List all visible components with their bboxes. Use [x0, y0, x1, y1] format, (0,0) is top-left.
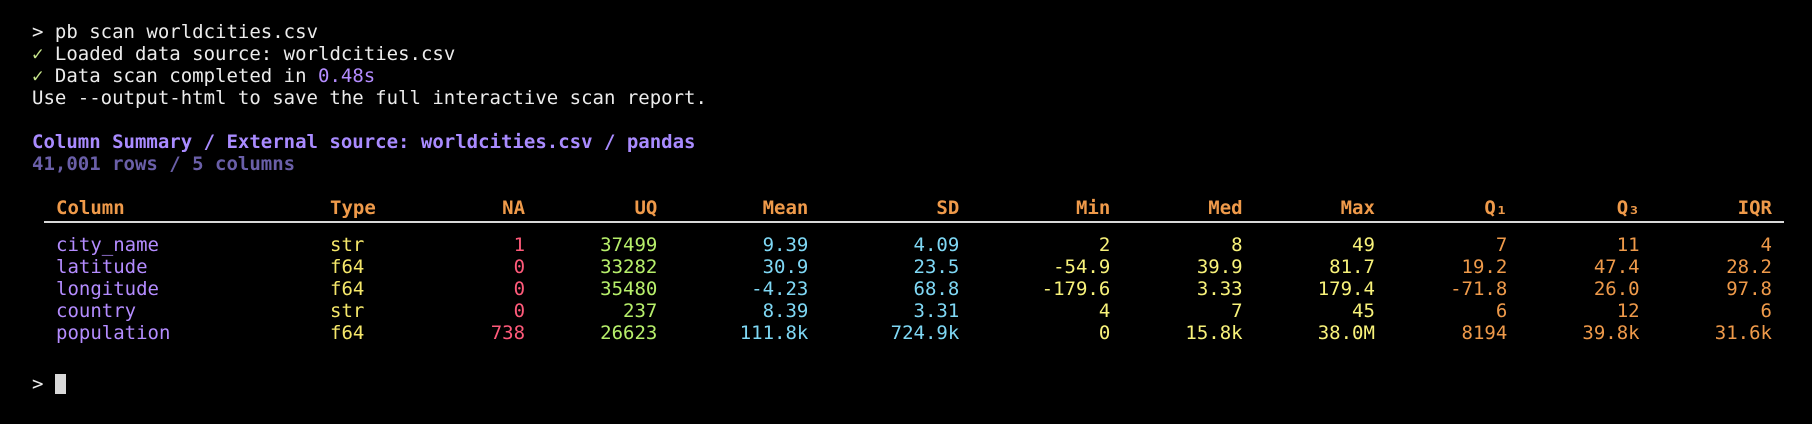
- scan-time: 0.48s: [318, 65, 376, 87]
- cell-mean: 8.39: [762, 300, 809, 322]
- cell-uq: 37499: [600, 234, 658, 256]
- cell-mean: 30.9: [762, 256, 809, 278]
- cell-column: latitude: [56, 256, 148, 278]
- cell-min: -54.9: [1053, 256, 1111, 278]
- header-max: Max: [1254, 195, 1387, 223]
- cell-max: 45: [1352, 300, 1375, 322]
- cell-sd: 4.09: [913, 234, 960, 256]
- cell-q3: 11: [1616, 234, 1640, 256]
- loaded-text: Loaded data source: worldcities.csv: [54, 43, 456, 65]
- cell-column: longitude: [56, 278, 159, 300]
- cell-type: f64: [330, 322, 365, 344]
- terminal-output: > pb scan worldcities.csv ✓ Loaded data …: [32, 21, 1792, 175]
- cell-na: 0: [513, 256, 526, 278]
- header-uq: UQ: [537, 195, 670, 223]
- column-summary-table: Column Type NA UQ Mean SD Min Med Max Q₁…: [44, 195, 1784, 344]
- cell-type: str: [330, 300, 365, 322]
- cell-min: 2: [1098, 234, 1111, 256]
- table-row: city_name str 1 37499 9.39 4.09 2 8 49 7…: [44, 234, 1784, 256]
- header-q1: Q₁: [1386, 195, 1520, 223]
- cell-uq: 237: [623, 300, 658, 322]
- header-q3: Q₃: [1519, 195, 1652, 223]
- cell-med: 7: [1231, 300, 1243, 322]
- cell-type: f64: [330, 278, 365, 300]
- cell-max: 179.4: [1317, 278, 1375, 300]
- cell-iqr: 31.6k: [1714, 322, 1772, 344]
- cell-q1: 19.2: [1461, 256, 1508, 278]
- prompt-symbol: >: [32, 21, 44, 43]
- cell-type: f64: [330, 256, 365, 278]
- cell-mean: 111.8k: [739, 322, 809, 344]
- cell-mean: -4.23: [751, 278, 809, 300]
- report-title: Column Summary / External source: worldc…: [32, 131, 696, 153]
- cursor-icon[interactable]: [54, 374, 66, 394]
- loaded-status-line: ✓ Loaded data source: worldcities.csv: [32, 43, 1792, 65]
- cell-q3: 47.4: [1593, 256, 1640, 278]
- cell-na: 0: [513, 300, 526, 322]
- cell-max: 81.7: [1329, 256, 1375, 278]
- cell-sd: 3.31: [913, 300, 960, 322]
- cell-q1: 8194: [1461, 322, 1508, 344]
- cell-column: population: [56, 322, 171, 344]
- cell-mean: 9.39: [762, 234, 809, 256]
- cell-max: 49: [1352, 234, 1375, 256]
- scan-status-line: ✓ Data scan completed in 0.48s: [32, 65, 1792, 87]
- cell-med: 3.33: [1196, 278, 1243, 300]
- header-min: Min: [971, 195, 1123, 223]
- scan-text: Data scan completed in: [54, 65, 319, 87]
- cell-med: 8: [1231, 234, 1243, 256]
- cell-na: 738: [490, 322, 526, 344]
- header-sd: SD: [820, 195, 972, 223]
- cell-q1: 6: [1495, 300, 1508, 322]
- cell-q3: 39.8k: [1582, 322, 1640, 344]
- cell-med: 15.8k: [1185, 322, 1243, 344]
- cell-uq: 26623: [600, 322, 658, 344]
- cell-min: 4: [1098, 300, 1111, 322]
- header-mean: Mean: [669, 195, 821, 223]
- command-text: pb scan worldcities.csv: [54, 21, 319, 43]
- cell-type: str: [330, 234, 365, 256]
- table-row: population f64 738 26623 111.8k 724.9k 0…: [44, 322, 1784, 344]
- table-row: country str 0 237 8.39 3.31 4 7 45 6 12 …: [44, 300, 1784, 322]
- report-subtitle: 41,001 rows / 5 columns: [32, 153, 296, 175]
- table-spacer: [44, 222, 1784, 234]
- cell-iqr: 6: [1760, 300, 1772, 322]
- table-header-row: Column Type NA UQ Mean SD Min Med Max Q₁…: [44, 195, 1784, 223]
- table-row: latitude f64 0 33282 30.9 23.5 -54.9 39.…: [44, 256, 1784, 278]
- prompt-symbol: >: [32, 373, 44, 395]
- header-type: Type: [318, 195, 442, 223]
- cell-min: 0: [1098, 322, 1111, 344]
- cell-uq: 33282: [600, 256, 658, 278]
- table-row: longitude f64 0 35480 -4.23 68.8 -179.6 …: [44, 278, 1784, 300]
- cell-na: 1: [513, 234, 526, 256]
- cell-q3: 26.0: [1593, 278, 1640, 300]
- header-na: NA: [442, 195, 538, 223]
- cell-iqr: 28.2: [1726, 256, 1772, 278]
- cell-sd: 23.5: [913, 256, 960, 278]
- cell-column: country: [56, 300, 137, 322]
- check-icon: ✓: [32, 43, 44, 65]
- cell-sd: 68.8: [913, 278, 960, 300]
- cell-iqr: 97.8: [1726, 278, 1772, 300]
- header-iqr: IQR: [1651, 195, 1784, 223]
- header-column: Column: [44, 195, 318, 223]
- cell-max: 38.0M: [1317, 322, 1375, 344]
- header-med: Med: [1122, 195, 1255, 223]
- cell-med: 39.9: [1196, 256, 1243, 278]
- cell-q1: -71.8: [1450, 278, 1508, 300]
- hint-line: Use --output-html to save the full inter…: [32, 87, 707, 109]
- cell-q3: 12: [1616, 300, 1640, 322]
- cell-sd: 724.9k: [890, 322, 960, 344]
- cell-min: -179.6: [1041, 278, 1111, 300]
- check-icon: ✓: [32, 65, 44, 87]
- cell-na: 0: [513, 278, 526, 300]
- cell-iqr: 4: [1760, 234, 1772, 256]
- cell-uq: 35480: [600, 278, 658, 300]
- cell-q1: 7: [1495, 234, 1508, 256]
- command-line: > pb scan worldcities.csv: [32, 21, 1792, 43]
- input-prompt-line[interactable]: >: [32, 373, 66, 395]
- cell-column: city_name: [56, 234, 159, 256]
